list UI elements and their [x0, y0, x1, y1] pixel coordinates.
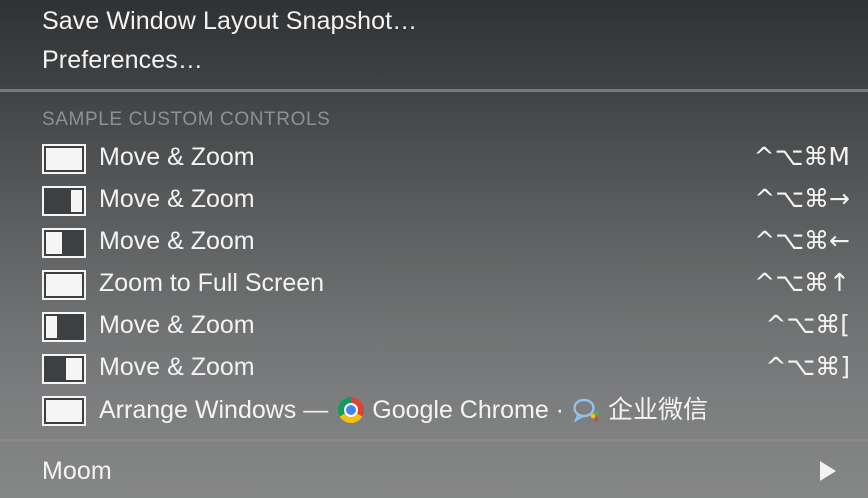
menu-item-moom-submenu[interactable]: Moom — [0, 453, 868, 495]
menu-item-label: Move & Zoom — [99, 185, 255, 213]
window-layout-thumbnail-icon — [42, 354, 86, 384]
menu-item-label: Move & Zoom — [99, 143, 255, 171]
moom-dropdown-menu: Save Window Layout Snapshot… Preferences… — [0, 0, 868, 498]
window-layout-thumbnail-icon — [42, 144, 86, 174]
window-layout-thumbnail-icon — [42, 270, 86, 300]
keyboard-shortcut: ^⌥⌘M — [753, 142, 850, 171]
moom-label: Moom — [42, 457, 112, 485]
submenu-arrow-icon — [820, 461, 836, 481]
menu-item-label: Move & Zoom — [99, 353, 255, 381]
window-layout-thumbnail-icon — [42, 312, 86, 342]
menu-item-label: Move & Zoom — [99, 227, 255, 255]
section-header: SAMPLE CUSTOM CONTROLS — [42, 109, 331, 130]
menu-item-arrange-windows[interactable]: Arrange Windows — Google Chrome · 企业微信 — [0, 391, 868, 433]
app-name-wecom: 企业微信 — [608, 396, 709, 425]
keyboard-shortcut: ^⌥⌘[ — [765, 310, 850, 339]
menu-item-label: Zoom to Full Screen — [99, 269, 325, 297]
keyboard-shortcut: ^⌥⌘← — [754, 226, 850, 255]
chrome-icon — [338, 397, 365, 424]
window-layout-thumbnail-icon — [42, 186, 86, 216]
menu-item-move-zoom-5[interactable]: Move & Zoom ^⌥⌘] — [0, 349, 868, 391]
menu-item-move-zoom-3[interactable]: Move & Zoom ^⌥⌘← — [0, 223, 868, 265]
save-window-layout-snapshot-item[interactable]: Save Window Layout Snapshot… — [42, 6, 417, 36]
menu-separator — [0, 89, 868, 92]
app-name-google-chrome: Google Chrome · — [372, 396, 564, 425]
menu-item-label: Move & Zoom — [99, 311, 255, 339]
keyboard-shortcut: ^⌥⌘→ — [754, 184, 850, 213]
arrange-windows-text: Arrange Windows — — [99, 396, 329, 425]
keyboard-shortcut: ^⌥⌘↑ — [754, 268, 850, 297]
menu-item-move-zoom-2[interactable]: Move & Zoom ^⌥⌘→ — [0, 181, 868, 223]
menu-separator — [0, 439, 868, 442]
keyboard-shortcut: ^⌥⌘] — [765, 352, 850, 381]
menu-item-move-zoom-1[interactable]: Move & Zoom ^⌥⌘M — [0, 139, 868, 181]
menu-item-zoom-full-screen[interactable]: Zoom to Full Screen ^⌥⌘↑ — [0, 265, 868, 307]
preferences-item[interactable]: Preferences… — [42, 45, 203, 75]
menu-item-move-zoom-4[interactable]: Move & Zoom ^⌥⌘[ — [0, 307, 868, 349]
menu-item-label: Arrange Windows — Google Chrome · 企业微信 — [99, 391, 708, 428]
window-layout-thumbnail-icon — [42, 228, 86, 258]
wecom-icon — [573, 399, 599, 423]
window-layout-thumbnail-icon — [42, 396, 86, 426]
